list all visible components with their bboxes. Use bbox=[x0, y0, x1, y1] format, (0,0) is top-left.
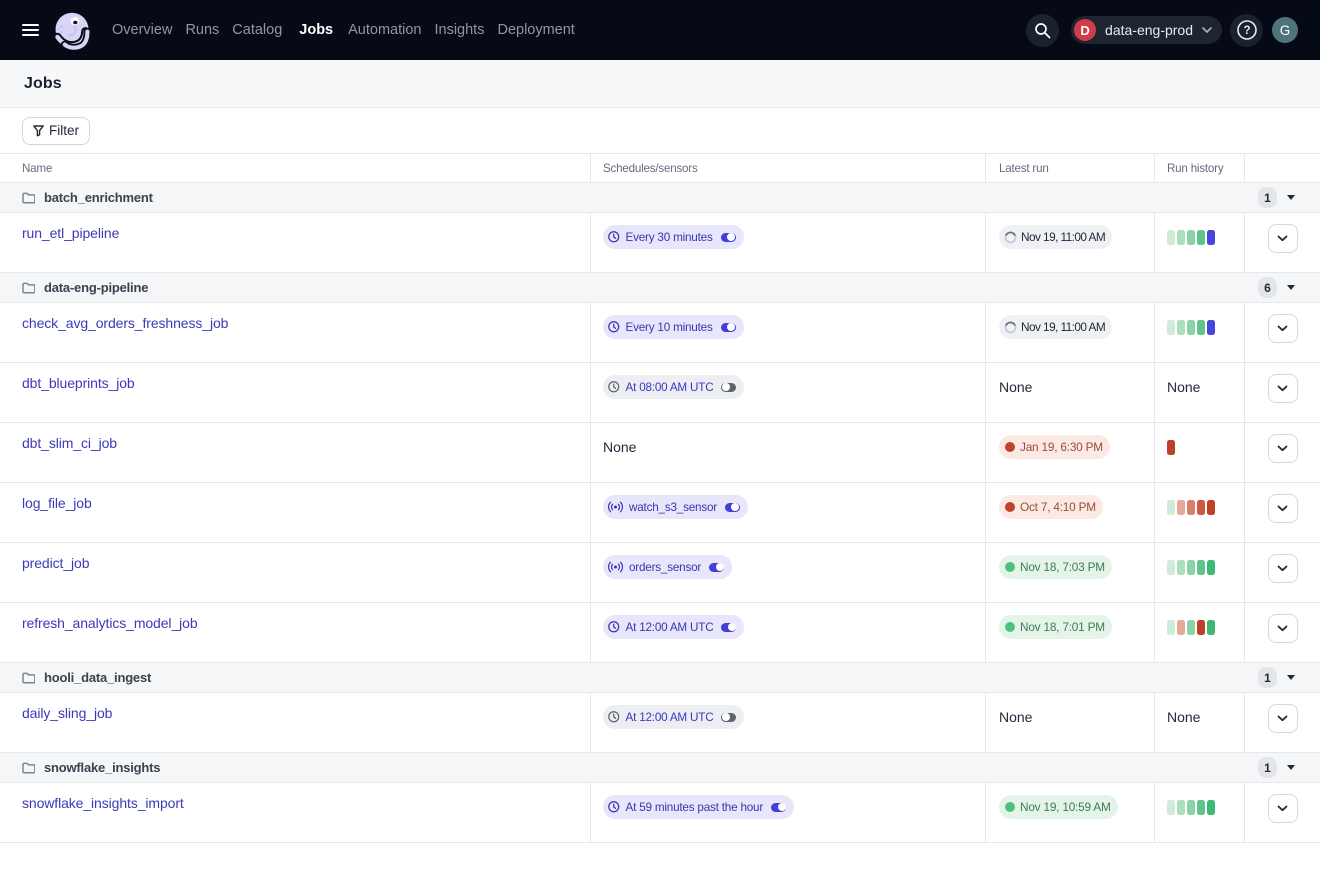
svg-text:?: ? bbox=[1243, 25, 1250, 37]
